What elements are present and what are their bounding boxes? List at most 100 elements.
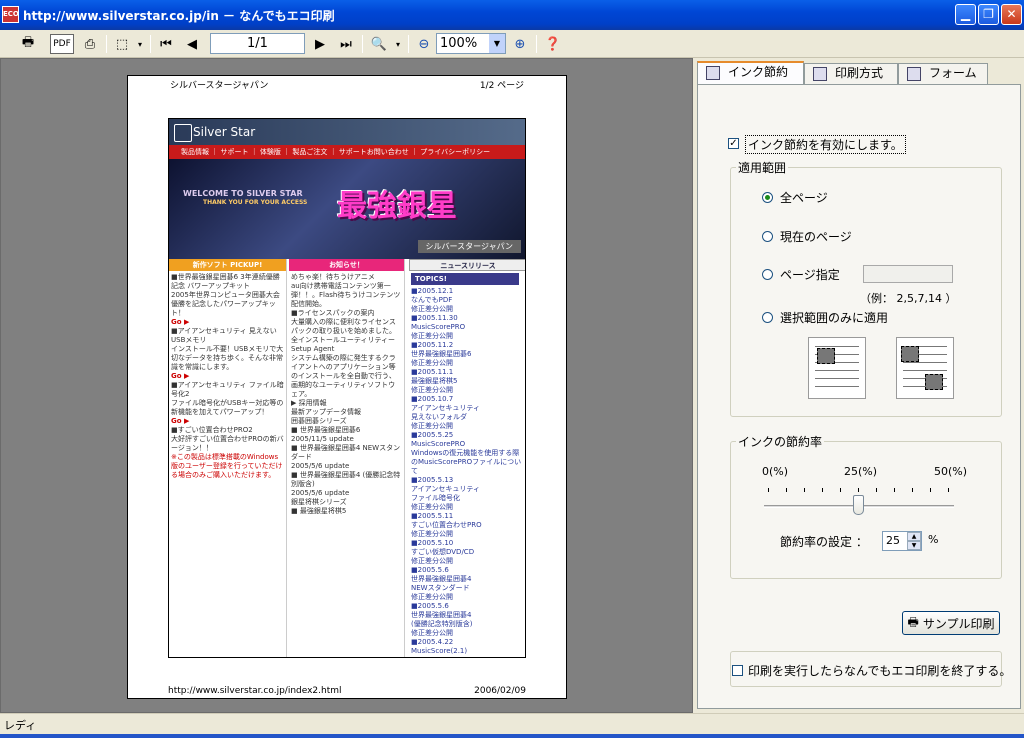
radio-all-pages-label[interactable]: 全ページ [780, 189, 828, 206]
banner-welcome: WELCOME TO SILVER STAR [183, 189, 303, 198]
scope-group-label: 適用範囲 [736, 159, 789, 176]
spin-up-icon[interactable]: ▲ [907, 532, 921, 541]
column-header: お知らせ！ [289, 259, 404, 271]
pdf-icon[interactable]: PDF [50, 34, 74, 54]
zoom-select[interactable]: 100% ▼ [436, 33, 506, 54]
toolbar-separator [106, 35, 107, 53]
site-text-line: ■2005.11.30 [411, 314, 458, 322]
select-icon[interactable]: ⬚ [111, 33, 133, 55]
print-method-icon [813, 67, 827, 81]
site-note: ※この製品は標準搭載のWindows版のユーザー登録を行っていただける場合のみご… [171, 453, 283, 479]
form-icon [907, 67, 921, 81]
page-number-input[interactable]: 1/1 [210, 33, 305, 54]
preview-pane[interactable]: シルバースタージャパン 1/2 ページ Silver Star 製品情報 ｜ サ… [0, 58, 693, 713]
printer-settings-icon[interactable]: ⎙ [78, 33, 102, 55]
help-icon[interactable]: ❓ [542, 33, 564, 55]
chevron-down-icon[interactable]: ▾ [134, 33, 146, 55]
selection-area [901, 346, 919, 362]
status-bar: レディ [0, 713, 1024, 733]
radio-selection-only[interactable] [762, 312, 773, 323]
slider-tick [804, 488, 805, 492]
title-bar: ECO http://www.silverstar.co.jp/in － なんで… [0, 0, 1024, 30]
rate-slider-thumb[interactable] [853, 495, 864, 515]
site-text-line: ■ 最強銀星将棋5 [291, 507, 347, 515]
sample-print-button[interactable]: 🖶 サンプル印刷 [902, 611, 1000, 635]
zoom-out-icon[interactable]: ⊖ [414, 33, 434, 55]
topics-header: TOPICS! [411, 273, 519, 285]
slider-tick [822, 488, 823, 492]
end-after-print-label[interactable]: 印刷を実行したらなんでもエコ印刷を終了する。 [748, 662, 1011, 679]
rate-tick-25: 25(%) [844, 465, 878, 478]
eco-icon[interactable]: ECO [2, 6, 19, 23]
spin-down-icon[interactable]: ▼ [907, 541, 921, 550]
site-text-line: アイアンセキュリティ [411, 404, 480, 412]
site-text-line: 修正差分公開 [411, 557, 453, 565]
restore-button[interactable]: ❐ [978, 4, 999, 25]
close-button[interactable]: ✕ [1001, 4, 1022, 25]
slider-tick [930, 488, 931, 492]
selection-preview-single [808, 337, 866, 399]
end-after-print-checkbox[interactable] [732, 665, 743, 676]
site-text-line: MusicScore(2.1) [411, 647, 468, 655]
status-text: レディ [4, 719, 37, 732]
site-text-line: インストール不要！USBメモリで大切なデータを持ち歩く。そんな非常識を常識にしま… [171, 345, 284, 371]
site-banner: WELCOME TO SILVER STAR THANK YOU FOR YOU… [169, 159, 525, 259]
tab-ink-saving[interactable]: インク節約 [697, 61, 804, 85]
tab-print-method[interactable]: 印刷方式 [804, 63, 898, 84]
radio-current-page[interactable] [762, 231, 773, 242]
site-text-line: ■2005.12.1 [411, 287, 454, 295]
site-text-line: 修正差分公開 [411, 386, 453, 394]
next-page-icon[interactable]: ▶ [310, 33, 330, 55]
prev-page-icon[interactable]: ◀ [182, 33, 202, 55]
chevron-down-icon[interactable]: ▼ [489, 34, 505, 53]
print-icon[interactable]: 🖶 [16, 33, 40, 55]
slider-tick [840, 488, 841, 492]
enable-saving-label[interactable]: インク節約を有効にします。 [745, 135, 906, 154]
site-text-line: ■2005.11.1 [411, 368, 454, 376]
site-text-line: ■すごい位置合わせPRO2 [171, 426, 253, 434]
site-text-line: 修正差分公開 [411, 305, 453, 313]
site-text-line: 2005/5/6 update [291, 489, 350, 497]
toolbar-separator [362, 35, 363, 53]
page-spec-input[interactable] [863, 265, 953, 283]
preview-page: シルバースタージャパン 1/2 ページ Silver Star 製品情報 ｜ サ… [127, 75, 567, 699]
column-release: ニュースリリース TOPICS! ■2005.12.1 なんでもPDF 修正差分公開… [409, 259, 525, 657]
first-page-icon[interactable]: ⏮ [156, 33, 176, 55]
site-text-line: ■2005.5.10 [411, 539, 454, 547]
site-text-line: Go ▶ [171, 417, 190, 425]
site-text-line: ■2005.10.7 [411, 395, 454, 403]
slider-tick [948, 488, 949, 492]
site-text-line: ■2005.5.13 [411, 476, 454, 484]
radio-selection-only-label[interactable]: 選択範囲のみに適用 [780, 309, 888, 326]
radio-all-pages[interactable] [762, 192, 773, 203]
enable-saving-checkbox[interactable]: ✓ [728, 138, 739, 149]
radio-page-spec[interactable] [762, 269, 773, 280]
site-text-line: すごい仮想DVD/CD [411, 548, 475, 556]
site-nav: 製品情報 ｜ サポート ｜ 体験版 ｜ 製品ご注文 ｜ サポートお問い合わせ ｜… [169, 145, 525, 159]
site-text-line: 修正差分公開 [411, 629, 453, 637]
slider-tick [912, 488, 913, 492]
site-text-line: 銀星将棋シリーズ [291, 498, 347, 506]
site-text-line: MusicScorePRO [411, 440, 466, 448]
chevron-down-icon[interactable]: ▾ [392, 33, 404, 55]
zoom-in-icon[interactable]: ⊕ [510, 33, 530, 55]
tab-panel-ink-saving: ✓ インク節約を有効にします。 適用範囲 全ページ 現在のページ ページ指定 （… [697, 84, 1021, 709]
radio-page-spec-label[interactable]: ページ指定 [780, 266, 840, 283]
minimize-button[interactable]: ▁ [955, 4, 976, 25]
page-header-left: シルバースタージャパン [170, 81, 269, 91]
site-text-line: ファイル暗号化 [411, 494, 460, 502]
column-header: ニュースリリース [409, 259, 525, 271]
tab-form[interactable]: フォーム [898, 63, 988, 84]
settings-panel: インク節約 印刷方式 フォーム ✓ インク節約を有効にします。 適用範囲 全ペー… [694, 58, 1024, 713]
site-text-line: MusicScorePRO [411, 323, 466, 331]
site-text-line: 修正差分公開 [411, 593, 453, 601]
rate-spinbox[interactable]: 25 ▲ ▼ [882, 531, 922, 551]
last-page-icon[interactable]: ⏭ [336, 33, 356, 55]
slider-tick [786, 488, 787, 492]
site-text-line: 修正差分公開 [411, 503, 453, 511]
toolbar-separator [150, 35, 151, 53]
zoom-icon[interactable]: 🔍 [368, 33, 390, 55]
radio-current-page-label[interactable]: 現在のページ [780, 228, 852, 245]
toolbar-separator [536, 35, 537, 53]
column-text: ■2005.12.1 なんでもPDF 修正差分公開 ■2005.11.30 MusicS… [409, 285, 525, 657]
